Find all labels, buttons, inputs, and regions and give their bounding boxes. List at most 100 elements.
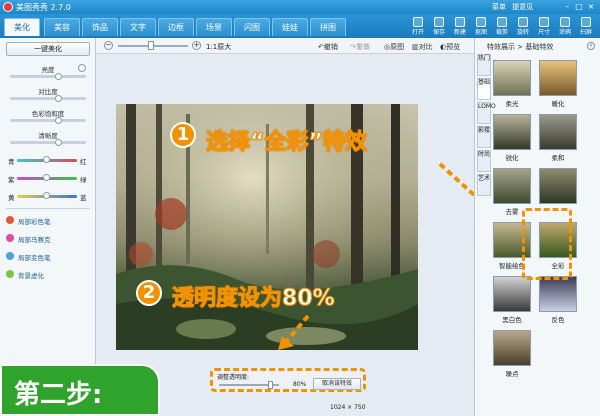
local-mosaic[interactable]: 局部马赛克 (6, 234, 51, 244)
vtab-lomo[interactable]: LOMO (477, 102, 496, 124)
step-banner-text: 第二步: (14, 380, 103, 410)
tab-scenes[interactable]: 场景 (196, 18, 232, 36)
compare-button[interactable]: ▥对比 (412, 42, 433, 52)
doodle-button[interactable]: 涂鸦 (555, 16, 575, 38)
collapse-icon[interactable]: ‹ (587, 42, 595, 50)
folder-icon (413, 17, 423, 27)
undo-button[interactable]: ↶撤销 (318, 42, 338, 52)
tab-beautify[interactable]: 美化 (4, 18, 40, 36)
new-file-icon (455, 17, 465, 27)
effect-sharpen[interactable]: 锐化 (493, 114, 531, 162)
effect-warm[interactable]: 暖化 (539, 60, 577, 108)
vtab-studio[interactable]: 影楼 (477, 126, 491, 148)
effect-soften[interactable]: 柔和 (539, 114, 577, 162)
vtab-hot[interactable]: 热门 (477, 54, 491, 76)
local-color-pen[interactable]: 局部彩色笔 (6, 216, 51, 226)
magenta-green-knob[interactable] (43, 174, 50, 181)
effect-black-white[interactable]: 黑白色 (493, 276, 531, 324)
zoom-label[interactable]: 1:1原大 (206, 42, 231, 52)
step2-arrow (278, 314, 310, 350)
rotate-button[interactable]: 旋转 (513, 16, 533, 38)
zoom-in-button[interactable]: + (192, 41, 201, 50)
feedback-link[interactable]: 提意见 (512, 3, 533, 11)
sharpness-slider[interactable] (10, 139, 86, 146)
saturation-label: 色彩饱和度 (31, 110, 65, 118)
step-banner: 第二步: (0, 364, 160, 416)
vtab-art[interactable]: 艺术 (477, 174, 491, 196)
divider (6, 208, 90, 209)
breadcrumb: 特效展示 > 基础特效 (487, 43, 554, 51)
brush-icon (560, 17, 570, 27)
save-icon (434, 17, 444, 27)
title-bar: 美图秀秀 2.7.0 菜单 提意见 – □ × (0, 0, 600, 14)
preview-button[interactable]: ◐预览 (440, 42, 460, 52)
compare-icon: ▥ (412, 43, 419, 51)
save-button[interactable]: 保存 (429, 16, 449, 38)
effect-invert[interactable]: 反色 (539, 276, 577, 324)
resize-button[interactable]: 尺寸 (534, 16, 554, 38)
tab-beauty[interactable]: 美容 (44, 18, 80, 36)
contrast-label: 对比度 (38, 88, 58, 96)
brightness-knob[interactable] (55, 73, 62, 80)
palette-icon (6, 216, 14, 224)
image-size-readout: 1024 × 750 (330, 404, 366, 411)
one-click-beautify-button[interactable]: 一键美化 (6, 42, 90, 56)
magenta-green-slider[interactable]: 紫 绿 (0, 174, 96, 184)
opacity-value: 80% (293, 381, 307, 388)
effect-noise[interactable]: 噪点 (493, 330, 531, 378)
cutout-button[interactable]: 抠图 (471, 16, 491, 38)
resize-icon (539, 17, 549, 27)
cyan-red-knob[interactable] (43, 156, 50, 163)
reset-icon[interactable] (78, 64, 86, 72)
tab-text[interactable]: 文字 (120, 18, 156, 36)
recolor-icon (6, 252, 14, 260)
zoom-out-button[interactable]: − (104, 41, 113, 50)
titlebar-links: 菜单 提意见 (492, 2, 537, 12)
menu-link[interactable]: 菜单 (492, 3, 506, 11)
open-button[interactable]: 打开 (408, 16, 428, 38)
tab-flash[interactable]: 闪图 (234, 18, 270, 36)
brightness-slider[interactable] (10, 73, 86, 80)
close-button[interactable]: × (586, 2, 596, 11)
left-panel: 一键美化 亮度 对比度 色彩饱和度 清晰度 青 红 紫 绿 黄 蓝 局部彩色笔 … (0, 38, 96, 416)
sharpness-knob[interactable] (55, 139, 62, 146)
local-recolor-pen[interactable]: 局部变色笔 (6, 252, 51, 262)
saturation-knob[interactable] (55, 117, 62, 124)
background-blur[interactable]: 背景虚化 (6, 270, 44, 280)
yellow-blue-knob[interactable] (43, 192, 50, 199)
zoom-knob[interactable] (148, 41, 154, 50)
minimize-button[interactable]: – (562, 2, 572, 11)
cutout-icon (476, 17, 486, 27)
main-tab-bar: 美化 美容 饰品 文字 边框 场景 闪图 娃娃 拼图 打开 保存 新建 抠图 裁… (0, 14, 600, 38)
main-toolbar: 打开 保存 新建 抠图 裁剪 旋转 尺寸 涂鸦 扫屏 (408, 16, 598, 38)
contrast-knob[interactable] (55, 95, 62, 102)
screenshot-button[interactable]: 扫屏 (576, 16, 596, 38)
new-button[interactable]: 新建 (450, 16, 470, 38)
tab-accessories[interactable]: 饰品 (82, 18, 118, 36)
step1-badge: 1 (170, 122, 196, 148)
maximize-button[interactable]: □ (574, 2, 584, 11)
tab-frames[interactable]: 边框 (158, 18, 194, 36)
opacity-knob[interactable] (268, 381, 273, 389)
mosaic-icon (6, 234, 14, 242)
redo-button[interactable]: ↷重做 (350, 42, 370, 52)
step2-caption: 透明度设为80% (172, 286, 336, 312)
vtab-fashion[interactable]: 时尚 (477, 150, 491, 172)
app-logo-icon (3, 2, 13, 12)
yellow-blue-slider[interactable]: 黄 蓝 (0, 192, 96, 202)
original-button[interactable]: ◎原图 (384, 42, 404, 52)
canvas-toolbar: − + 1:1原大 ↶撤销 ↷重做 ◎原图 ▥对比 ◐预览 (96, 38, 474, 54)
cyan-red-slider[interactable]: 青 红 (0, 156, 96, 166)
crop-button[interactable]: 裁剪 (492, 16, 512, 38)
opacity-panel: 调整透明度: 80% 取消该特效 (210, 368, 366, 392)
rotate-icon (518, 17, 528, 27)
tab-collage[interactable]: 拼图 (310, 18, 346, 36)
step2-badge: 2 (136, 280, 162, 306)
saturation-slider[interactable] (10, 117, 86, 124)
contrast-slider[interactable] (10, 95, 86, 102)
step1-caption: 选择“全彩”特效 (206, 130, 368, 156)
cancel-effect-button[interactable]: 取消该特效 (313, 378, 361, 390)
tab-dolls[interactable]: 娃娃 (272, 18, 308, 36)
vtab-basic[interactable]: 基础 (477, 78, 491, 100)
effect-soft-light[interactable]: 柔光 (493, 60, 531, 108)
